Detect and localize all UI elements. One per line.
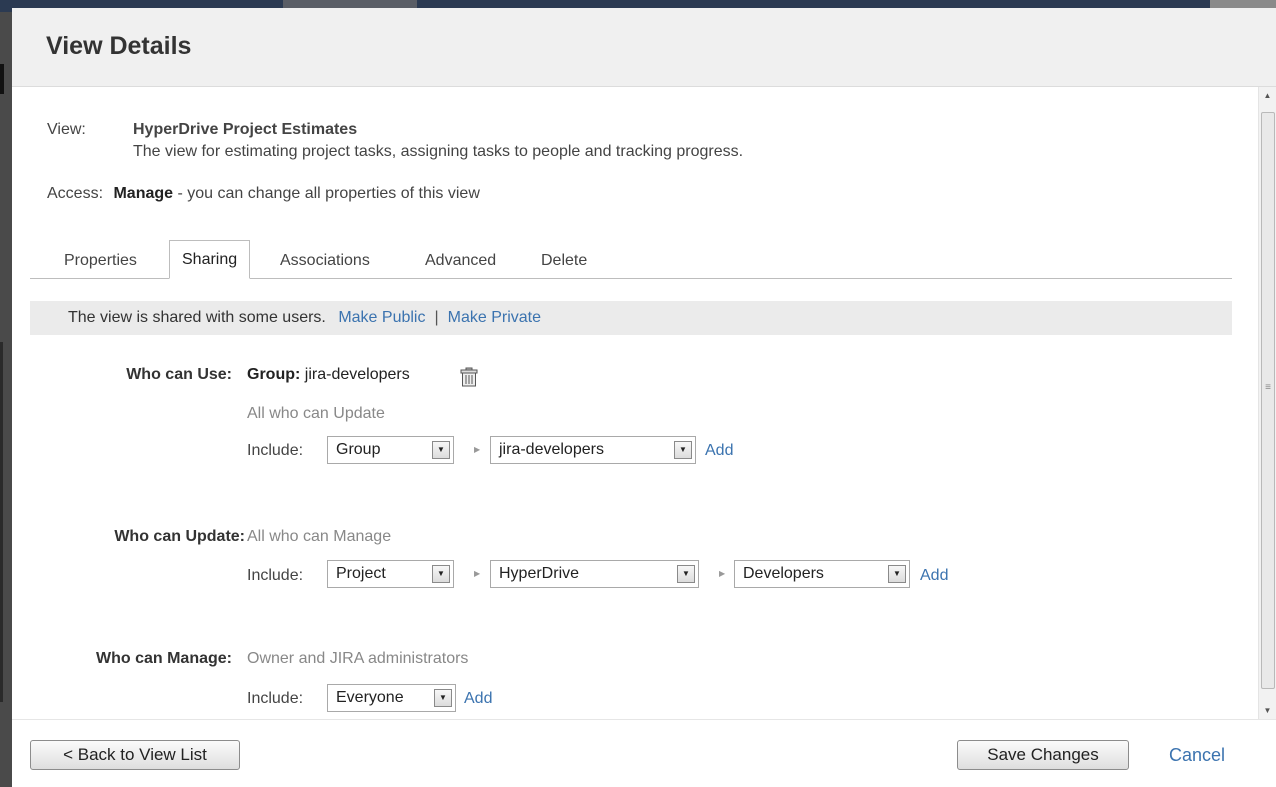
chevron-down-icon: ▼ [677,565,695,583]
update-add-link[interactable]: Add [920,567,948,585]
use-add-link[interactable]: Add [705,442,733,460]
chevron-down-icon: ▼ [888,565,906,583]
use-group-entry: Group: jira-developers [247,366,410,384]
who-can-update-label: Who can Update: [114,528,245,545]
make-public-link[interactable]: Make Public [338,309,425,326]
update-include-label: Include: [247,567,304,584]
tab-sharing[interactable]: Sharing [169,240,251,279]
trash-icon[interactable] [459,367,479,387]
use-type-select[interactable]: Group ▼ [327,436,454,464]
update-role-select[interactable]: Developers ▼ [734,560,910,588]
background-mark [0,64,4,94]
dialog-footer: < Back to View List Save Changes Cancel [12,719,1276,787]
chevron-down-icon: ▼ [432,565,450,583]
background-mark [0,342,3,702]
dialog-content: View: HyperDrive Project Estimates The v… [12,87,1258,719]
arrow-down-icon[interactable]: ▼ [1259,702,1276,719]
tab-advanced[interactable]: Advanced [413,244,508,277]
share-status-line: The view is shared with some users. Make… [68,309,541,327]
update-type-value: Project [336,565,386,582]
scrollbar-grip: ≡ [1265,382,1271,393]
view-label: View: [47,121,86,138]
background-left-edge [0,12,12,787]
tab-properties[interactable]: Properties [52,244,149,277]
back-to-view-list-button[interactable]: < Back to View List [30,740,240,770]
arrow-up-icon[interactable]: ▲ [1259,87,1276,104]
access-label: Access: [47,185,104,202]
access-level: Manage [113,185,174,202]
manage-include-label: Include: [247,690,304,707]
triangle-right-icon: ▶ [474,569,481,578]
dialog-header: View Details [12,8,1276,87]
view-name: HyperDrive Project Estimates [133,121,358,138]
manage-add-link[interactable]: Add [464,690,492,708]
manage-type-select[interactable]: Everyone ▼ [327,684,456,712]
manage-type-value: Everyone [336,689,404,706]
group-prefix: Group: [247,366,301,383]
use-inherited-text: All who can Update [247,405,385,422]
update-type-select[interactable]: Project ▼ [327,560,454,588]
triangle-right-icon: ▶ [719,569,726,578]
view-details-dialog: View Details View: HyperDrive Project Es… [12,8,1276,787]
cancel-link[interactable]: Cancel [1169,745,1225,766]
chevron-down-icon: ▼ [434,689,452,707]
use-type-value: Group [336,441,381,458]
share-status-text: The view is shared with some users. [68,309,326,326]
chevron-down-icon: ▼ [674,441,692,459]
access-description: - you can change all properties of this … [173,185,480,202]
triangle-right-icon: ▶ [474,445,481,454]
update-project-value: HyperDrive [499,565,580,582]
who-can-manage-label: Who can Manage: [95,650,232,667]
update-inherited-text: All who can Manage [247,528,392,545]
content-scrollbar[interactable]: ▲ ≡ ▼ [1258,87,1276,719]
manage-inherited-text: Owner and JIRA administrators [247,650,469,667]
update-project-select[interactable]: HyperDrive ▼ [490,560,699,588]
update-role-value: Developers [743,565,824,582]
tab-delete[interactable]: Delete [529,244,599,277]
use-group-select[interactable]: jira-developers ▼ [490,436,696,464]
tab-bar: Properties Sharing Associations Advanced… [30,240,1232,279]
chevron-down-icon: ▼ [432,441,450,459]
tab-associations[interactable]: Associations [268,244,382,277]
scrollbar-thumb[interactable]: ≡ [1261,112,1275,689]
access-line: Access: Manage - you can change all prop… [47,185,480,203]
make-private-link[interactable]: Make Private [448,309,541,326]
share-status-bar: The view is shared with some users. Make… [30,301,1232,335]
dialog-title: View Details [46,32,192,60]
use-include-label: Include: [247,442,304,459]
view-description: The view for estimating project tasks, a… [133,143,744,160]
who-can-use-label: Who can Use: [126,366,232,383]
link-separator: | [434,309,439,326]
use-group-value: jira-developers [499,441,604,458]
group-name: jira-developers [304,366,410,383]
save-changes-button[interactable]: Save Changes [957,740,1129,770]
